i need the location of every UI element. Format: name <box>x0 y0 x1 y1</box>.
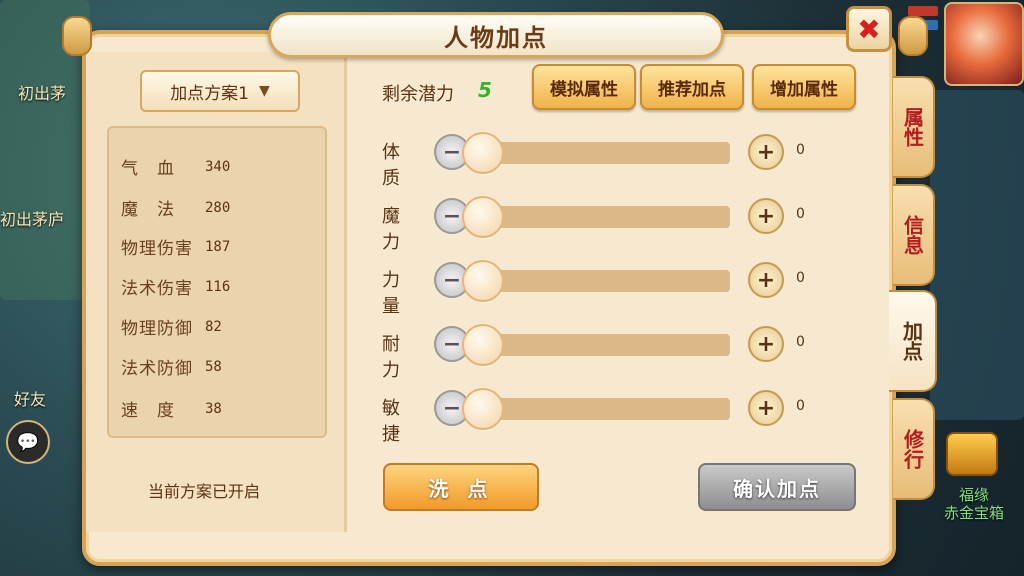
stat-name: 物理防御 <box>121 319 193 339</box>
plus-button[interactable]: + <box>748 198 784 234</box>
plus-button[interactable]: + <box>748 326 784 362</box>
stat-name: 速 度 <box>121 401 175 421</box>
recommend-points-button[interactable]: 推荐加点 <box>640 64 744 110</box>
attribute-name: 体质 <box>382 142 400 189</box>
stats-panel: 气 血 340 魔 法 280 物理伤害 187 法术伤害 116 物理防御 8… <box>107 126 327 438</box>
stat-row: 物理伤害 187 <box>121 234 231 260</box>
tab-attributes[interactable]: 属性 <box>893 76 935 178</box>
wash-points-button[interactable]: 洗 点 <box>383 463 539 511</box>
stat-name: 魔 法 <box>121 200 175 220</box>
potential-label: 剩余潜力 <box>382 84 454 105</box>
tab-info[interactable]: 信息 <box>893 184 935 286</box>
stat-name: 法术伤害 <box>121 279 193 299</box>
slider-knob[interactable] <box>462 132 504 174</box>
confirm-points-button[interactable]: 确认加点 <box>698 463 856 511</box>
add-attributes-button[interactable]: 增加属性 <box>752 64 856 110</box>
title-bar: 人物加点 <box>268 12 724 58</box>
attribute-name: 耐力 <box>382 334 400 381</box>
attribute-value: 0 <box>796 142 805 158</box>
attribute-slider[interactable] <box>480 206 730 228</box>
plus-button[interactable]: + <box>748 262 784 298</box>
avatar[interactable] <box>944 2 1024 86</box>
page-title: 人物加点 <box>444 23 548 52</box>
treasure-chest-icon[interactable] <box>946 432 998 476</box>
potential-value: 5 <box>478 78 492 102</box>
scheme-dropdown[interactable]: 加点方案1 ▼ <box>140 70 300 112</box>
attribute-value: 0 <box>796 270 805 286</box>
treasure-label-line2: 赤金宝箱 <box>943 504 1004 522</box>
chat-icon[interactable]: 💬 <box>6 420 50 464</box>
attribute-name: 敏捷 <box>382 398 400 445</box>
slider-knob[interactable] <box>462 260 504 302</box>
scene-tile <box>930 90 1024 420</box>
close-button[interactable]: ✖ <box>846 6 892 52</box>
attribute-value: 0 <box>796 398 805 414</box>
stat-row: 魔 法 280 <box>121 195 231 221</box>
stat-name: 物理伤害 <box>121 239 193 259</box>
tab-add-points[interactable]: 加点 <box>889 290 937 392</box>
stat-value: 187 <box>205 238 231 255</box>
attribute-slider[interactable] <box>480 142 730 164</box>
stat-value: 116 <box>205 278 231 295</box>
attribute-value: 0 <box>796 334 805 350</box>
slider-knob[interactable] <box>462 324 504 366</box>
scheme-status-text: 当前方案已开启 <box>148 482 261 501</box>
attribute-slider[interactable] <box>480 334 730 356</box>
attribute-name: 力量 <box>382 270 400 317</box>
stat-value: 58 <box>205 358 222 375</box>
scheme-selected: 加点方案1 <box>170 83 250 104</box>
scroll-ornament-right <box>898 16 928 56</box>
attribute-slider[interactable] <box>480 270 730 292</box>
slider-knob[interactable] <box>462 388 504 430</box>
stat-row: 速 度 38 <box>121 396 222 422</box>
treasure-label-line1: 福缘 <box>958 486 989 504</box>
stat-value: 38 <box>205 400 222 417</box>
tab-cultivation[interactable]: 修行 <box>893 398 935 500</box>
stat-value: 82 <box>205 318 222 335</box>
simulate-attributes-button[interactable]: 模拟属性 <box>532 64 636 110</box>
stat-row: 气 血 340 <box>121 154 231 180</box>
stat-row: 物理防御 82 <box>121 314 222 340</box>
stat-row: 法术防御 58 <box>121 354 222 380</box>
scene-label: 好友 <box>14 390 47 409</box>
plus-button[interactable]: + <box>748 134 784 170</box>
slider-knob[interactable] <box>462 196 504 238</box>
stat-row: 法术伤害 116 <box>121 274 231 300</box>
attribute-name: 魔力 <box>382 206 400 253</box>
treasure-label: 福缘 赤金宝箱 <box>934 486 1014 522</box>
attribute-value: 0 <box>796 206 805 222</box>
hp-bar <box>908 6 938 16</box>
stat-value: 280 <box>205 199 231 216</box>
attribute-slider[interactable] <box>480 398 730 420</box>
stat-name: 气 血 <box>121 159 175 179</box>
scene-label: 初出茅庐 <box>0 210 65 229</box>
scroll-ornament-left <box>62 16 92 56</box>
chevron-down-icon: ▼ <box>259 83 270 99</box>
plus-button[interactable]: + <box>748 390 784 426</box>
stat-name: 法术防御 <box>121 359 193 379</box>
scene-label: 初出茅 <box>18 84 67 103</box>
stat-value: 340 <box>205 158 231 175</box>
close-icon: ✖ <box>857 12 881 46</box>
